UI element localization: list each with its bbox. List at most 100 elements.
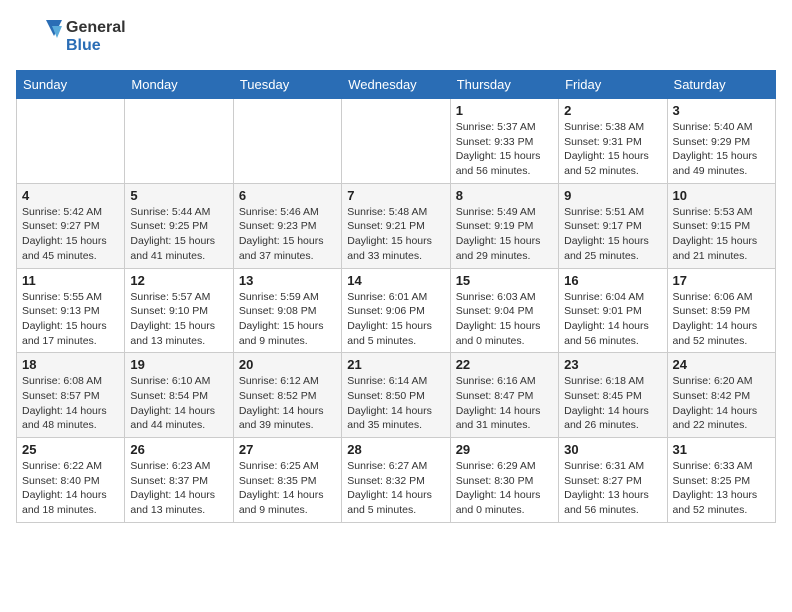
calendar-cell: 23 Sunrise: 6:18 AM Sunset: 8:45 PM Dayli…: [559, 353, 667, 438]
calendar-cell: [125, 99, 233, 184]
weekday-header-friday: Friday: [559, 71, 667, 99]
calendar-cell: 16 Sunrise: 6:04 AM Sunset: 9:01 PM Dayli…: [559, 268, 667, 353]
calendar-cell: 31 Sunrise: 6:33 AM Sunset: 8:25 PM Dayli…: [667, 438, 775, 523]
calendar-cell: 3 Sunrise: 5:40 AM Sunset: 9:29 PM Daylig…: [667, 99, 775, 184]
day-info: Sunrise: 5:42 AM Sunset: 9:27 PM Dayligh…: [22, 205, 119, 264]
calendar-cell: 29Sunrise: 6:29 AM Sunset: 8:30 PM Dayli…: [450, 438, 558, 523]
day-number: 14: [347, 273, 444, 288]
day-number: 11: [22, 273, 119, 288]
logo-general-text: General: [66, 19, 126, 37]
day-info: Sunrise: 6:25 AM Sunset: 8:35 PM Dayligh…: [239, 459, 336, 518]
calendar-cell: 17 Sunrise: 6:06 AM Sunset: 8:59 PM Dayli…: [667, 268, 775, 353]
day-info: Sunrise: 5:59 AM Sunset: 9:08 PM Dayligh…: [239, 290, 336, 349]
day-info: Sunrise: 6:33 AM Sunset: 8:25 PM Dayligh…: [673, 459, 770, 518]
generalblue-logo-icon: [16, 16, 62, 58]
weekday-header-wednesday: Wednesday: [342, 71, 450, 99]
calendar-cell: 10 Sunrise: 5:53 AM Sunset: 9:15 PM Dayli…: [667, 183, 775, 268]
day-number: 23: [564, 357, 661, 372]
week-row-1: 1 Sunrise: 5:37 AM Sunset: 9:33 PM Daylig…: [17, 99, 776, 184]
day-number: 2: [564, 103, 661, 118]
week-row-2: 4 Sunrise: 5:42 AM Sunset: 9:27 PM Daylig…: [17, 183, 776, 268]
calendar-cell: 4 Sunrise: 5:42 AM Sunset: 9:27 PM Daylig…: [17, 183, 125, 268]
calendar-cell: 14Sunrise: 6:01 AM Sunset: 9:06 PM Dayli…: [342, 268, 450, 353]
calendar-cell: 7Sunrise: 5:48 AM Sunset: 9:21 PM Daylig…: [342, 183, 450, 268]
day-info: Sunrise: 5:57 AM Sunset: 9:10 PM Dayligh…: [130, 290, 227, 349]
calendar-cell: 11 Sunrise: 5:55 AM Sunset: 9:13 PM Dayli…: [17, 268, 125, 353]
week-row-5: 25 Sunrise: 6:22 AM Sunset: 8:40 PM Dayli…: [17, 438, 776, 523]
calendar-cell: 9 Sunrise: 5:51 AM Sunset: 9:17 PM Daylig…: [559, 183, 667, 268]
day-number: 21: [347, 357, 444, 372]
calendar-table: SundayMondayTuesdayWednesdayThursdayFrid…: [16, 70, 776, 523]
day-number: 3: [673, 103, 770, 118]
day-number: 6: [239, 188, 336, 203]
day-number: 31: [673, 442, 770, 457]
day-info: Sunrise: 6:20 AM Sunset: 8:42 PM Dayligh…: [673, 374, 770, 433]
day-number: 27: [239, 442, 336, 457]
day-number: 13: [239, 273, 336, 288]
calendar-cell: 24 Sunrise: 6:20 AM Sunset: 8:42 PM Dayli…: [667, 353, 775, 438]
day-number: 19: [130, 357, 227, 372]
weekday-header-row: SundayMondayTuesdayWednesdayThursdayFrid…: [17, 71, 776, 99]
weekday-header-monday: Monday: [125, 71, 233, 99]
weekday-header-sunday: Sunday: [17, 71, 125, 99]
day-info: Sunrise: 6:18 AM Sunset: 8:45 PM Dayligh…: [564, 374, 661, 433]
week-row-4: 18Sunrise: 6:08 AM Sunset: 8:57 PM Dayli…: [17, 353, 776, 438]
calendar-cell: 30 Sunrise: 6:31 AM Sunset: 8:27 PM Dayli…: [559, 438, 667, 523]
day-info: Sunrise: 5:44 AM Sunset: 9:25 PM Dayligh…: [130, 205, 227, 264]
calendar-cell: 1 Sunrise: 5:37 AM Sunset: 9:33 PM Daylig…: [450, 99, 558, 184]
day-info: Sunrise: 6:22 AM Sunset: 8:40 PM Dayligh…: [22, 459, 119, 518]
day-info: Sunrise: 5:38 AM Sunset: 9:31 PM Dayligh…: [564, 120, 661, 179]
day-info: Sunrise: 6:10 AM Sunset: 8:54 PM Dayligh…: [130, 374, 227, 433]
day-number: 30: [564, 442, 661, 457]
day-info: Sunrise: 5:37 AM Sunset: 9:33 PM Dayligh…: [456, 120, 553, 179]
day-number: 15: [456, 273, 553, 288]
day-number: 9: [564, 188, 661, 203]
day-number: 28: [347, 442, 444, 457]
calendar-cell: 25 Sunrise: 6:22 AM Sunset: 8:40 PM Dayli…: [17, 438, 125, 523]
day-info: Sunrise: 5:46 AM Sunset: 9:23 PM Dayligh…: [239, 205, 336, 264]
calendar-cell: 18Sunrise: 6:08 AM Sunset: 8:57 PM Dayli…: [17, 353, 125, 438]
day-info: Sunrise: 5:53 AM Sunset: 9:15 PM Dayligh…: [673, 205, 770, 264]
day-number: 20: [239, 357, 336, 372]
logo-blue-text: Blue: [66, 37, 126, 55]
calendar-cell: 8 Sunrise: 5:49 AM Sunset: 9:19 PM Daylig…: [450, 183, 558, 268]
calendar-cell: 26Sunrise: 6:23 AM Sunset: 8:37 PM Dayli…: [125, 438, 233, 523]
day-number: 1: [456, 103, 553, 118]
day-info: Sunrise: 6:29 AM Sunset: 8:30 PM Dayligh…: [456, 459, 553, 518]
day-number: 4: [22, 188, 119, 203]
calendar-cell: [233, 99, 341, 184]
day-number: 16: [564, 273, 661, 288]
calendar-cell: 27 Sunrise: 6:25 AM Sunset: 8:35 PM Dayli…: [233, 438, 341, 523]
day-number: 8: [456, 188, 553, 203]
day-info: Sunrise: 5:48 AM Sunset: 9:21 PM Dayligh…: [347, 205, 444, 264]
day-info: Sunrise: 6:14 AM Sunset: 8:50 PM Dayligh…: [347, 374, 444, 433]
day-info: Sunrise: 6:03 AM Sunset: 9:04 PM Dayligh…: [456, 290, 553, 349]
calendar-cell: 20 Sunrise: 6:12 AM Sunset: 8:52 PM Dayli…: [233, 353, 341, 438]
calendar-cell: 2 Sunrise: 5:38 AM Sunset: 9:31 PM Daylig…: [559, 99, 667, 184]
day-number: 10: [673, 188, 770, 203]
logo: GeneralBlue: [16, 16, 126, 58]
day-info: Sunrise: 5:49 AM Sunset: 9:19 PM Dayligh…: [456, 205, 553, 264]
day-info: Sunrise: 6:27 AM Sunset: 8:32 PM Dayligh…: [347, 459, 444, 518]
day-info: Sunrise: 5:51 AM Sunset: 9:17 PM Dayligh…: [564, 205, 661, 264]
calendar-cell: 6 Sunrise: 5:46 AM Sunset: 9:23 PM Daylig…: [233, 183, 341, 268]
day-info: Sunrise: 6:31 AM Sunset: 8:27 PM Dayligh…: [564, 459, 661, 518]
calendar-cell: 12 Sunrise: 5:57 AM Sunset: 9:10 PM Dayli…: [125, 268, 233, 353]
calendar-cell: 5Sunrise: 5:44 AM Sunset: 9:25 PM Daylig…: [125, 183, 233, 268]
day-info: Sunrise: 5:40 AM Sunset: 9:29 PM Dayligh…: [673, 120, 770, 179]
day-number: 24: [673, 357, 770, 372]
day-number: 12: [130, 273, 227, 288]
day-number: 17: [673, 273, 770, 288]
day-number: 18: [22, 357, 119, 372]
day-number: 25: [22, 442, 119, 457]
weekday-header-thursday: Thursday: [450, 71, 558, 99]
calendar-cell: [342, 99, 450, 184]
calendar-cell: 13 Sunrise: 5:59 AM Sunset: 9:08 PM Dayli…: [233, 268, 341, 353]
day-number: 26: [130, 442, 227, 457]
day-info: Sunrise: 6:06 AM Sunset: 8:59 PM Dayligh…: [673, 290, 770, 349]
header: GeneralBlue: [16, 16, 776, 58]
weekday-header-tuesday: Tuesday: [233, 71, 341, 99]
day-info: Sunrise: 6:04 AM Sunset: 9:01 PM Dayligh…: [564, 290, 661, 349]
day-info: Sunrise: 5:55 AM Sunset: 9:13 PM Dayligh…: [22, 290, 119, 349]
day-info: Sunrise: 6:12 AM Sunset: 8:52 PM Dayligh…: [239, 374, 336, 433]
